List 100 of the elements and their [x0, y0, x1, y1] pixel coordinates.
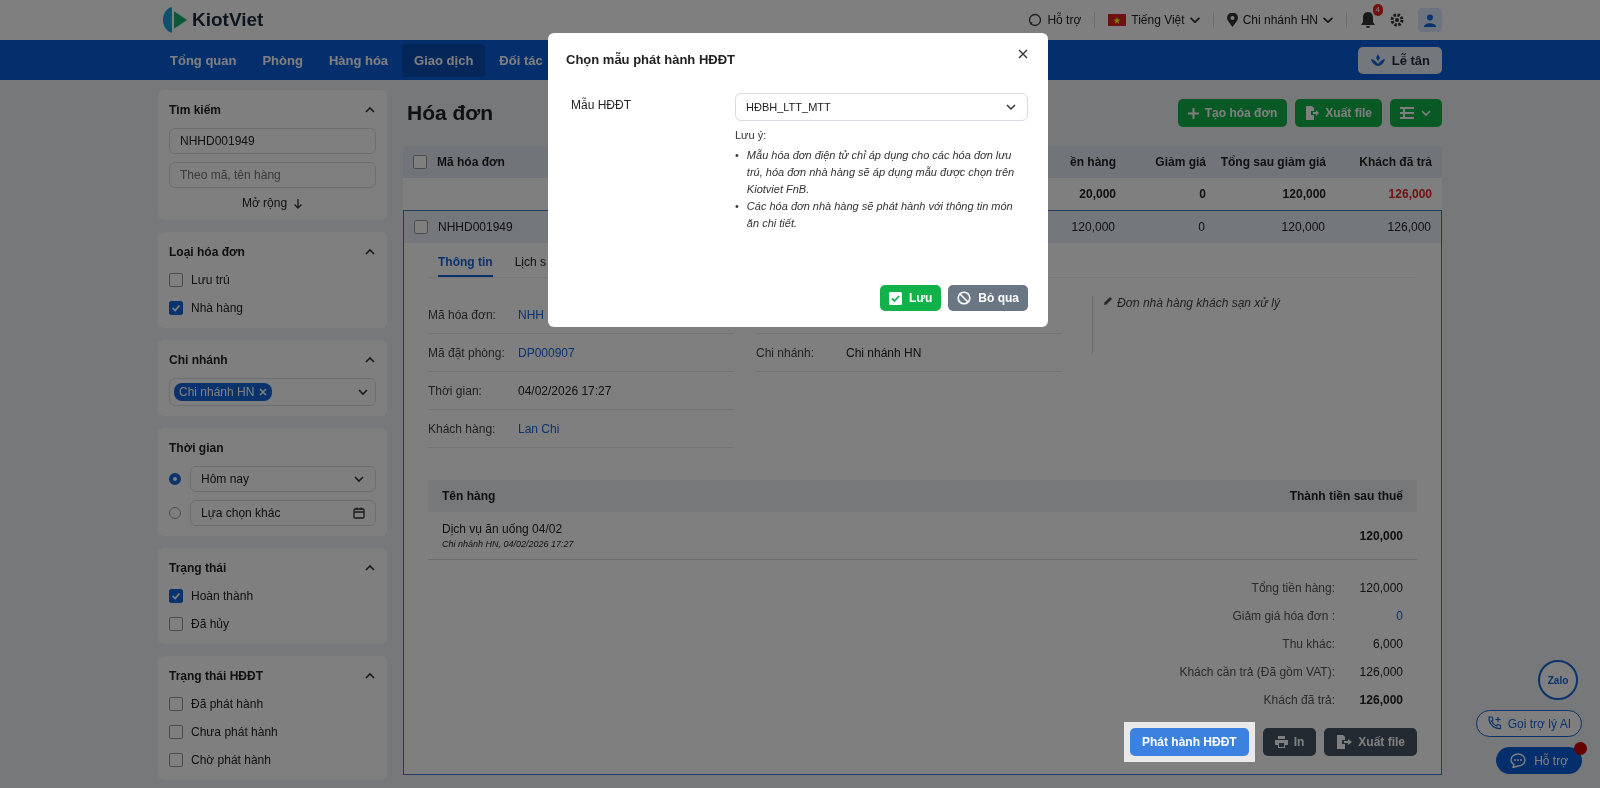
expand-link[interactable]: Mở rộng	[241, 196, 304, 210]
checkbox-label: Nhà hàng	[191, 301, 244, 315]
phone-icon	[1486, 716, 1502, 731]
chevron-down-icon[interactable]	[1420, 107, 1432, 119]
branch-select[interactable]: Chi nhánh HN	[169, 378, 376, 406]
help-link[interactable]: Hỗ trợ	[1028, 13, 1082, 27]
column-menu-button[interactable]	[1390, 99, 1442, 127]
table-cell-text: 126,000	[1386, 220, 1431, 234]
language-select[interactable]: Tiếng Việt	[1108, 13, 1200, 27]
detail-tab[interactable]: Thông tin	[438, 255, 493, 277]
location-pin-icon	[1226, 13, 1238, 27]
save-button[interactable]: Lưu	[879, 285, 942, 311]
note-item: Các hóa đơn nhà hàng sẽ phát hành với thông tin món ăn chi tiết.	[746, 199, 1014, 231]
note-text: Đơn nhà hàng khách sạn xử lý	[1117, 296, 1280, 310]
total-value: 0	[1395, 609, 1403, 623]
checkbox-label: Hoàn thành	[191, 589, 254, 603]
remove-icon[interactable]	[259, 388, 268, 396]
section-title: Trạng thái	[169, 561, 227, 575]
search-field[interactable]: Theo mã, tên hàng	[169, 162, 376, 188]
checkbox-label: Lưu trú	[191, 273, 230, 287]
table-cell: NHHD001949	[438, 220, 513, 234]
checkbox[interactable]	[169, 697, 183, 711]
total-value: 126,000	[1358, 693, 1403, 707]
table-cell-text: 120,000	[1281, 187, 1326, 201]
table-cell-text: 120,000	[1280, 220, 1325, 234]
checkbox-label: Chưa phát hành	[191, 725, 278, 739]
item-name: Dịch vụ ăn uống 04/02	[442, 522, 564, 536]
branch-select[interactable]: Chi nhánh HN	[1226, 13, 1333, 27]
ai-assistant-button[interactable]: Gọi trợ lý AI	[1475, 710, 1582, 737]
arrow-down-icon	[293, 197, 304, 209]
nav-tab[interactable]: Phòng	[250, 43, 315, 77]
print-button[interactable]: In	[1262, 728, 1317, 756]
column-header: Tên hàng	[442, 489, 496, 503]
pencil-icon	[1103, 296, 1113, 306]
item-subtitle: Chi nhánh HN, 04/02/2026 17:27	[442, 539, 574, 549]
section-title: Thời gian	[169, 441, 224, 455]
column-header: Mã hóa đơn	[437, 155, 505, 169]
export-icon	[1305, 106, 1320, 120]
search-field[interactable]: NHHD001949	[169, 128, 376, 154]
total-label: Thu khác:	[1282, 637, 1335, 651]
avatar-button[interactable]	[1418, 8, 1442, 32]
export-button[interactable]: Xuất file	[1324, 728, 1417, 756]
column-header: ền hàng	[1069, 155, 1116, 169]
checkbox[interactable]	[169, 273, 183, 287]
detail-tab[interactable]: Lịch s	[514, 255, 546, 277]
field-label: Mẫu HĐĐT	[570, 96, 632, 114]
support-button[interactable]: Hỗ trợ	[1496, 747, 1582, 774]
field-label: Khách hàng:	[428, 421, 497, 436]
field-link[interactable]: DP000907	[518, 345, 575, 360]
checkbox-label: Chờ phát hành	[191, 753, 271, 767]
nav-tab[interactable]: Giao dịch	[402, 43, 486, 77]
field-label: Chi nhánh:	[756, 345, 816, 360]
section-title: Tìm kiếm	[169, 103, 222, 117]
export-button[interactable]: Xuất file	[1295, 99, 1382, 127]
bell-icon[interactable]	[1360, 11, 1376, 29]
table-cell-text: 0	[1198, 187, 1206, 201]
close-icon[interactable]	[1018, 49, 1028, 59]
checkbox[interactable]	[169, 617, 183, 631]
chevron-down-icon	[1189, 17, 1200, 23]
date-field[interactable]: Lựa chọn khác	[190, 500, 376, 526]
reception-button[interactable]: Lễ tân	[1357, 46, 1442, 74]
field-link[interactable]: NHH	[518, 307, 544, 322]
field-label: Mã đặt phòng:	[428, 345, 506, 360]
calendar-icon	[353, 507, 365, 519]
checkbox[interactable]	[169, 725, 183, 739]
logo-text: KiotViet	[192, 9, 264, 31]
field-link[interactable]: Lan Chi	[518, 421, 560, 436]
table-cell-text: 120,000	[1070, 220, 1115, 234]
checkbox[interactable]	[169, 753, 183, 767]
branch-tag[interactable]: Chi nhánh HN	[174, 383, 273, 401]
issue-einvoice-button[interactable]: Phát hành HĐĐT	[1129, 728, 1249, 756]
field-value: 04/02/2026 17:27	[518, 383, 612, 398]
chevron-down-icon[interactable]	[357, 386, 369, 398]
printer-icon	[1274, 736, 1288, 748]
checkbox[interactable]	[413, 155, 427, 169]
total-label: Tổng tiền hàng:	[1251, 581, 1335, 595]
create-invoice-button[interactable]: Tạo hóa đơn	[1177, 99, 1288, 127]
checkbox[interactable]	[169, 589, 183, 603]
nav-tab[interactable]: Hàng hóa	[316, 43, 401, 77]
lotus-icon	[1369, 54, 1386, 66]
prohibited-icon	[957, 291, 972, 305]
total-value: 126,000	[1358, 665, 1403, 679]
nav-tab[interactable]: Tổng quan	[158, 43, 249, 77]
zalo-button[interactable]: Zalo	[1538, 660, 1578, 700]
list-icon	[1400, 107, 1414, 119]
cancel-button[interactable]: Bỏ qua	[948, 285, 1028, 311]
user-icon	[1423, 13, 1437, 27]
export-icon	[1336, 735, 1353, 749]
page-title: Hóa đơn	[407, 101, 494, 125]
settings-icon[interactable]	[1389, 12, 1405, 28]
checkbox-label: Đã hủy	[191, 617, 230, 631]
checkbox[interactable]	[414, 220, 428, 234]
column-header: Tổng sau giảm giá	[1219, 155, 1326, 169]
template-select[interactable]: HĐBH_LTT_MTT	[735, 93, 1028, 121]
column-header: Giảm giá	[1154, 155, 1206, 169]
time-select[interactable]: Hôm nay	[190, 466, 376, 492]
radio-button[interactable]	[169, 473, 181, 485]
checkbox[interactable]	[169, 301, 183, 315]
note-title: Lưu ý:	[735, 129, 768, 141]
checkbox-icon	[888, 291, 902, 305]
